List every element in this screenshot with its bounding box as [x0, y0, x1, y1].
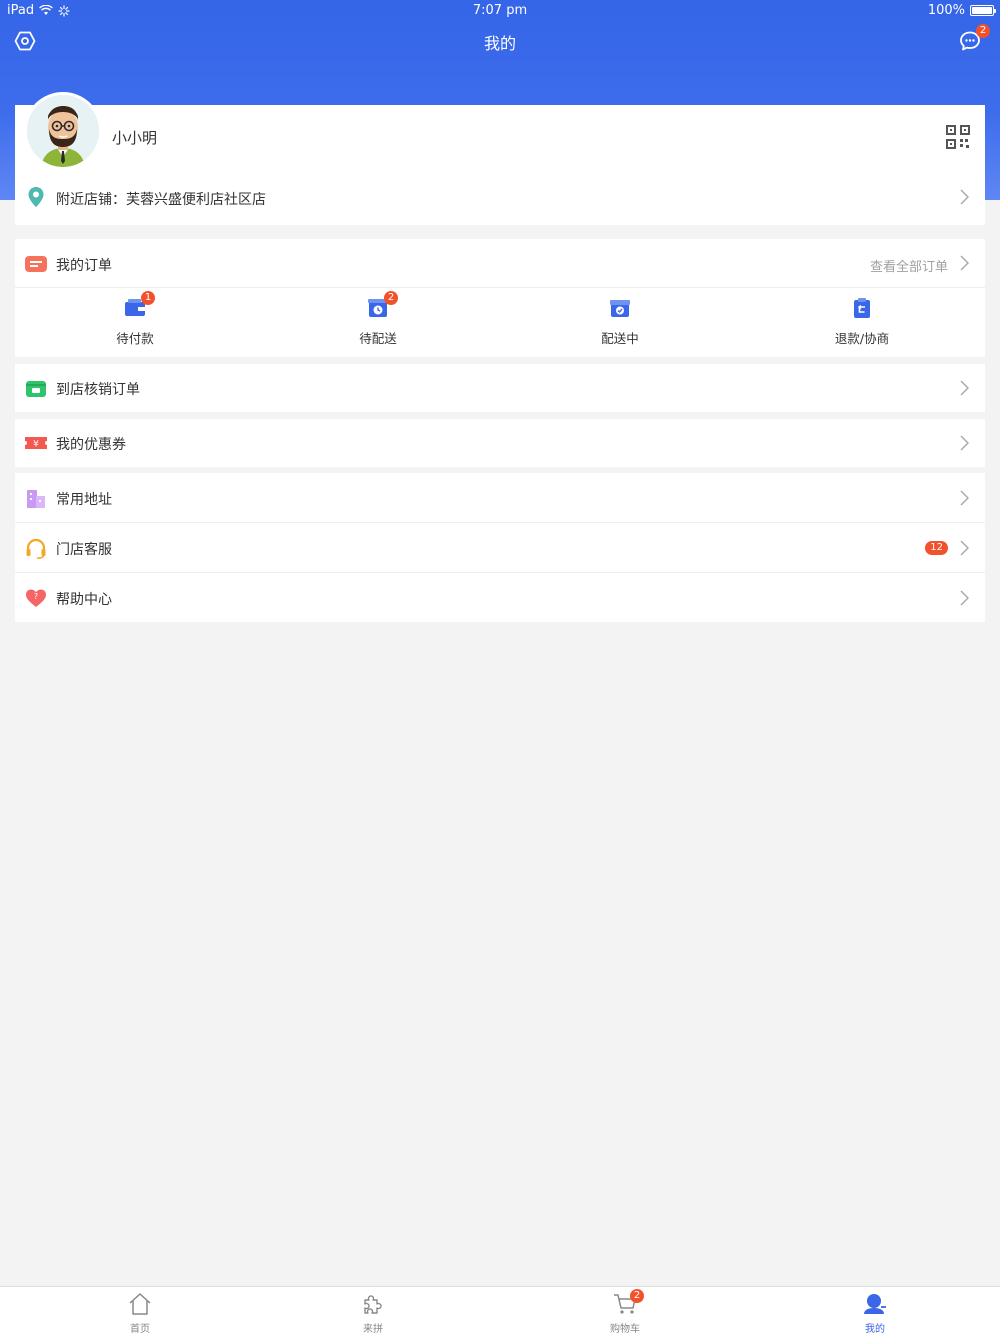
customer-service-row[interactable]: 门店客服 12 — [15, 523, 985, 573]
battery-percent: 100% — [927, 3, 965, 18]
order-delivering[interactable]: 配送中 — [560, 297, 680, 347]
address-building-icon — [27, 490, 45, 508]
username[interactable]: 小小明 — [112, 127, 157, 148]
status-bar: iPad 7:07 pm 100% — [0, 0, 1000, 22]
chevron-right-icon — [960, 435, 969, 451]
tab-home[interactable]: 首页 — [100, 1291, 180, 1334]
home-icon — [129, 1293, 151, 1315]
order-badge: 2 — [384, 291, 398, 305]
tab-label: 购物车 — [610, 1324, 640, 1334]
nearby-store-label: 附近店铺：芙蓉兴盛便利店社区店 — [56, 192, 266, 208]
coupons-row[interactable]: ¥ 我的优惠券 — [15, 419, 985, 467]
qr-code-icon — [946, 125, 970, 149]
customer-service-label: 门店客服 — [56, 542, 112, 558]
order-item-label: 待付款 — [116, 331, 154, 346]
my-orders-header[interactable]: 我的订单 查看全部订单 — [15, 239, 985, 288]
menu-list-card: 常用地址 门店客服 12 ? 帮助中心 — [15, 473, 985, 622]
view-all-orders-link[interactable]: 查看全部订单 — [870, 256, 948, 275]
avatar[interactable] — [24, 92, 102, 170]
nearby-store-row[interactable]: 附近店铺：芙蓉兴盛便利店社区店 — [15, 181, 985, 213]
tab-cart[interactable]: 2 购物车 — [585, 1289, 665, 1334]
gear-icon — [14, 31, 36, 51]
help-center-label: 帮助中心 — [56, 592, 112, 608]
my-orders-card: 我的订单 查看全部订单 1 待付款 2 待配送 配送中 退款/协商 — [15, 239, 985, 357]
user-avatar-icon — [27, 95, 99, 167]
location-pin-icon — [28, 187, 44, 207]
chevron-right-icon — [960, 590, 969, 606]
tab-mine[interactable]: 我的 — [835, 1291, 915, 1334]
chevron-right-icon — [960, 255, 969, 271]
my-orders-title: 我的订单 — [56, 258, 112, 274]
service-badge: 12 — [925, 541, 948, 555]
address-label: 常用地址 — [56, 492, 112, 508]
svg-text:¥: ¥ — [33, 440, 39, 450]
store-orders-row[interactable]: 到店核销订单 — [15, 364, 985, 412]
battery-icon — [970, 5, 996, 16]
user-icon — [864, 1294, 886, 1314]
order-refund[interactable]: 退款/协商 — [802, 297, 922, 347]
page-title: 我的 — [483, 34, 516, 53]
chevron-right-icon — [960, 189, 969, 205]
order-item-label: 退款/协商 — [834, 331, 890, 346]
order-item-label: 配送中 — [601, 331, 639, 346]
messages-button[interactable]: 2 — [958, 24, 990, 53]
order-pending-delivery[interactable]: 2 待配送 — [318, 291, 438, 347]
store-orders-label: 到店核销订单 — [56, 382, 140, 398]
tab-label: 来拼 — [363, 1324, 383, 1334]
chevron-right-icon — [960, 540, 969, 556]
settings-button[interactable] — [13, 29, 37, 53]
store-icon — [26, 381, 46, 397]
order-list-icon — [25, 256, 47, 272]
tab-group-buy[interactable]: 来拼 — [333, 1291, 413, 1334]
qr-code-button[interactable] — [945, 124, 971, 150]
message-badge: 2 — [976, 24, 990, 38]
heart-help-icon: ? — [26, 589, 46, 607]
tab-label: 首页 — [130, 1324, 150, 1334]
delivery-box-icon — [610, 300, 630, 317]
order-item-label: 待配送 — [359, 331, 397, 346]
puzzle-icon — [364, 1295, 382, 1314]
address-row[interactable]: 常用地址 — [15, 473, 985, 523]
chevron-right-icon — [960, 490, 969, 506]
help-center-row[interactable]: ? 帮助中心 — [15, 573, 985, 623]
refund-clipboard-icon — [854, 298, 870, 318]
headset-icon — [26, 538, 46, 559]
coupon-icon: ¥ — [25, 437, 47, 450]
svg-text:?: ? — [34, 592, 38, 601]
tab-label: 我的 — [865, 1324, 885, 1334]
status-time: 7:07 pm — [472, 3, 528, 18]
coupons-label: 我的优惠券 — [56, 437, 126, 453]
tab-bar: 首页 来拼 2 购物车 我的 — [0, 1286, 1000, 1334]
order-pending-payment[interactable]: 1 待付款 — [75, 291, 195, 347]
profile-card: 小小明 附近店铺：芙蓉兴盛便利店社区店 — [15, 92, 985, 225]
chevron-right-icon — [960, 380, 969, 396]
cart-badge: 2 — [630, 1289, 644, 1303]
order-badge: 1 — [141, 291, 155, 305]
